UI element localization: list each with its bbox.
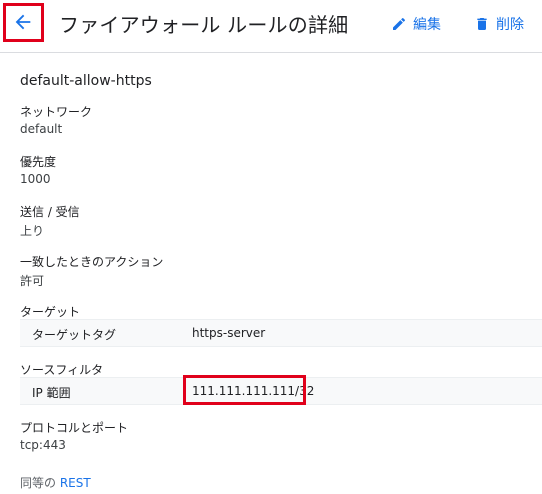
network-value: default — [20, 122, 63, 136]
ip-range-row: IP 範囲 111.111.111.111/32 — [20, 377, 542, 405]
protocols-value: tcp:443 — [20, 438, 66, 452]
target-tags-value: https-server — [192, 326, 266, 340]
rule-name: default-allow-https — [20, 73, 152, 89]
network-label: ネットワーク — [20, 105, 93, 119]
protocols-label: プロトコルとポート — [20, 421, 129, 435]
delete-button-label: 削除 — [496, 17, 524, 33]
edit-button-label: 編集 — [413, 17, 441, 33]
equivalent-rest-line: 同等の REST — [20, 474, 91, 491]
ip-range-value: 111.111.111.111/32 — [192, 384, 315, 398]
target-tags-key: ターゲットタグ — [32, 328, 117, 342]
action-value: 許可 — [20, 274, 45, 288]
page-header: ファイアウォール ルールの詳細 編集 削除 — [0, 0, 542, 53]
edit-button[interactable]: 編集 — [391, 14, 441, 34]
trash-icon — [477, 18, 487, 30]
direction-value: 上り — [20, 224, 45, 238]
targets-label: ターゲット — [20, 305, 81, 319]
equivalent-prefix: 同等の — [20, 476, 57, 490]
direction-label: 送信 / 受信 — [20, 205, 80, 219]
arrow-back-icon — [15, 14, 30, 29]
delete-button[interactable]: 削除 — [474, 14, 524, 34]
back-button[interactable] — [3, 3, 42, 40]
rest-link[interactable]: REST — [60, 476, 91, 490]
ip-range-key: IP 範囲 — [32, 386, 71, 400]
target-tags-row: ターゲットタグ https-server — [20, 319, 542, 347]
page-title: ファイアウォール ルールの詳細 — [59, 13, 349, 37]
firewall-rule-details-page: ファイアウォール ルールの詳細 編集 削除 default-allow-http… — [0, 0, 542, 494]
pencil-icon — [393, 17, 406, 30]
priority-label: 優先度 — [20, 155, 57, 169]
action-label: 一致したときのアクション — [20, 255, 164, 269]
priority-value: 1000 — [20, 172, 51, 186]
source-filter-label: ソースフィルタ — [20, 363, 104, 377]
